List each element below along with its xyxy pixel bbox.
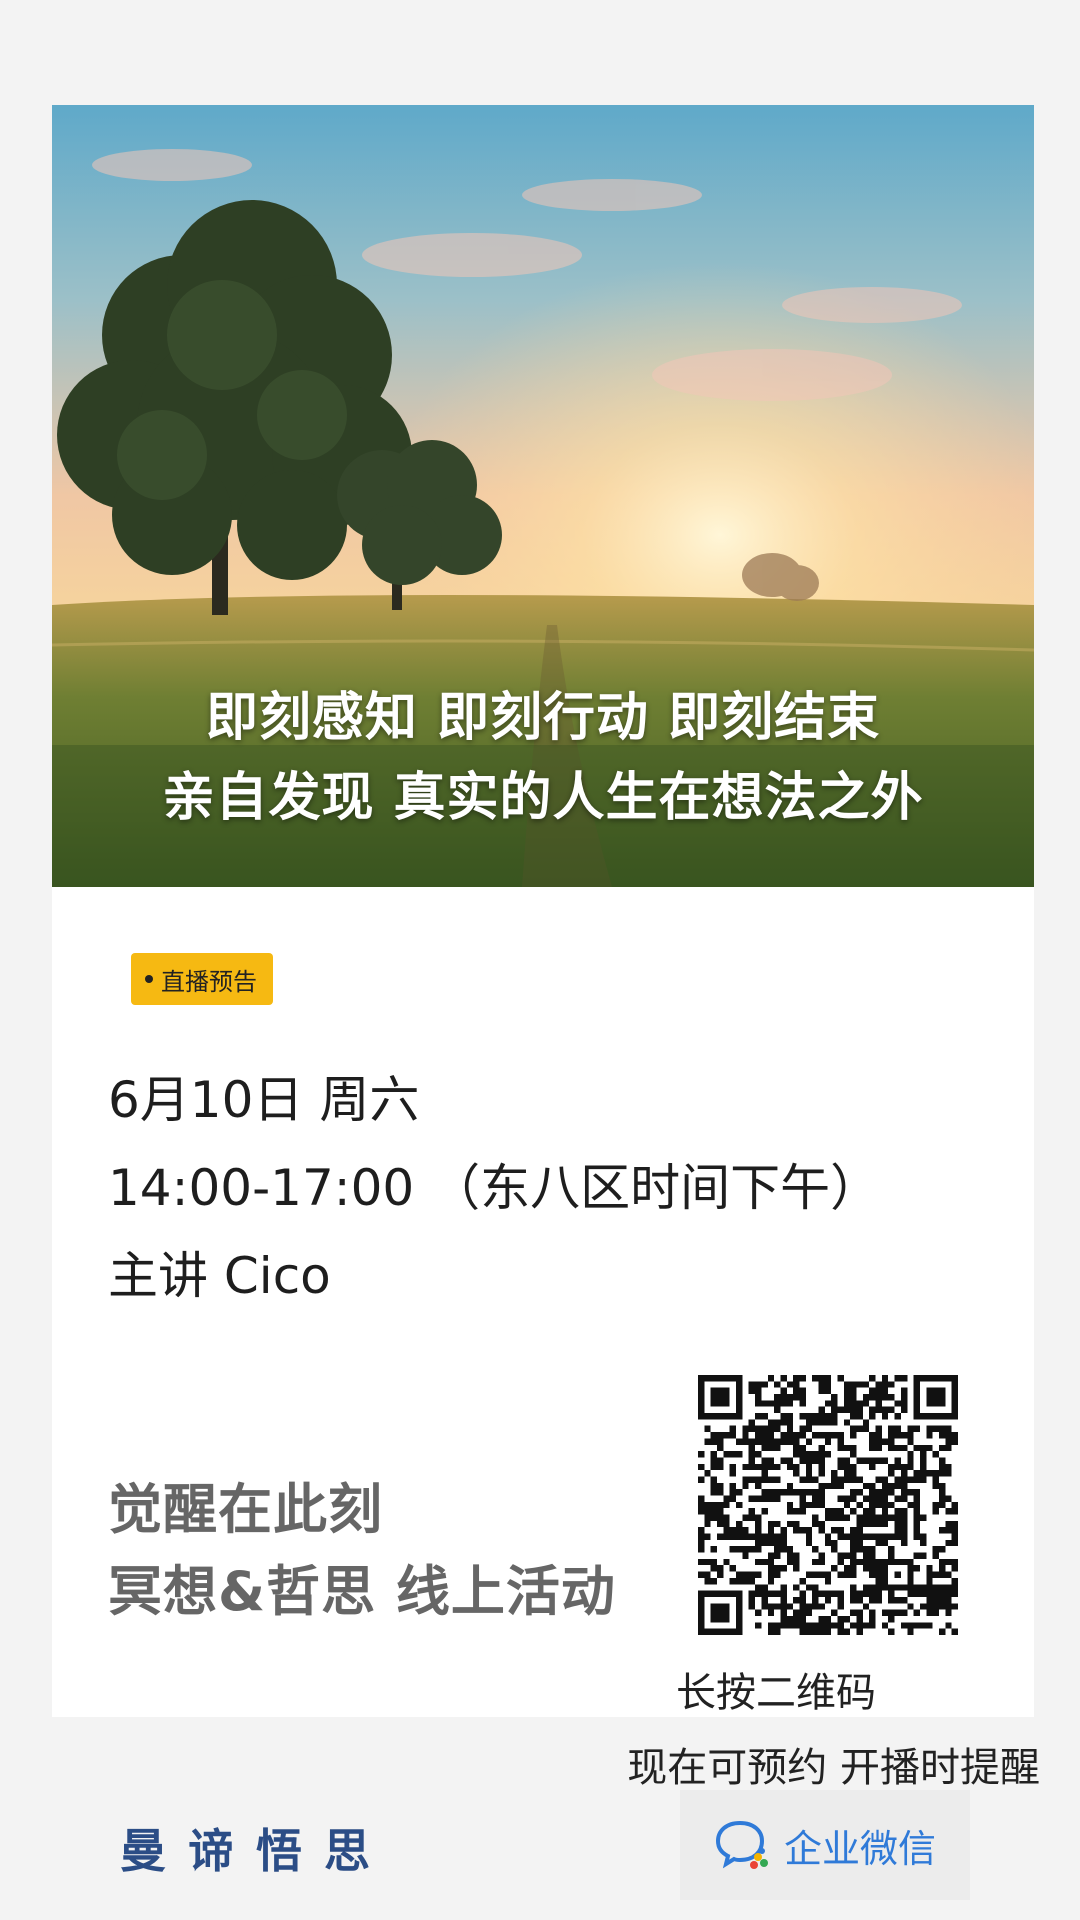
slogan-line-1: 觉醒在此刻 bbox=[108, 1478, 383, 1541]
event-date: 6月10日 周六 bbox=[108, 1071, 420, 1129]
live-preview-badge: 直播预告 bbox=[131, 953, 273, 1005]
hero-image: 即刻感知 即刻行动 即刻结束 亲自发现 真实的人生在想法之外 bbox=[52, 105, 1034, 887]
live-preview-badge-label: 直播预告 bbox=[161, 967, 257, 996]
slogan-line-2: 冥想&哲思 线上活动 bbox=[108, 1560, 616, 1623]
wecom-logo: 企业微信 bbox=[680, 1790, 970, 1900]
hero-headline-line-1: 即刻感知 即刻行动 即刻结束 bbox=[205, 688, 881, 748]
qr-code[interactable] bbox=[698, 1375, 958, 1635]
bullet-dot-icon bbox=[145, 975, 153, 983]
brand-name: 曼谛悟思 bbox=[120, 1824, 392, 1878]
hero-headline-line-2: 亲自发现 真实的人生在想法之外 bbox=[162, 768, 924, 828]
event-speaker: 主讲 Cico bbox=[108, 1247, 331, 1305]
wecom-icon bbox=[715, 1820, 768, 1869]
qr-caption: 长按二维码 bbox=[676, 1670, 876, 1716]
reserve-notice: 现在可预约 开播时提醒 bbox=[627, 1745, 1040, 1791]
poster-card: 即刻感知 即刻行动 即刻结束 亲自发现 真实的人生在想法之外 直播预告 6月10… bbox=[52, 105, 1034, 1717]
wecom-label: 企业微信 bbox=[783, 1826, 936, 1871]
event-time: 14:00-17:00 （东八区时间下午） bbox=[108, 1159, 881, 1217]
